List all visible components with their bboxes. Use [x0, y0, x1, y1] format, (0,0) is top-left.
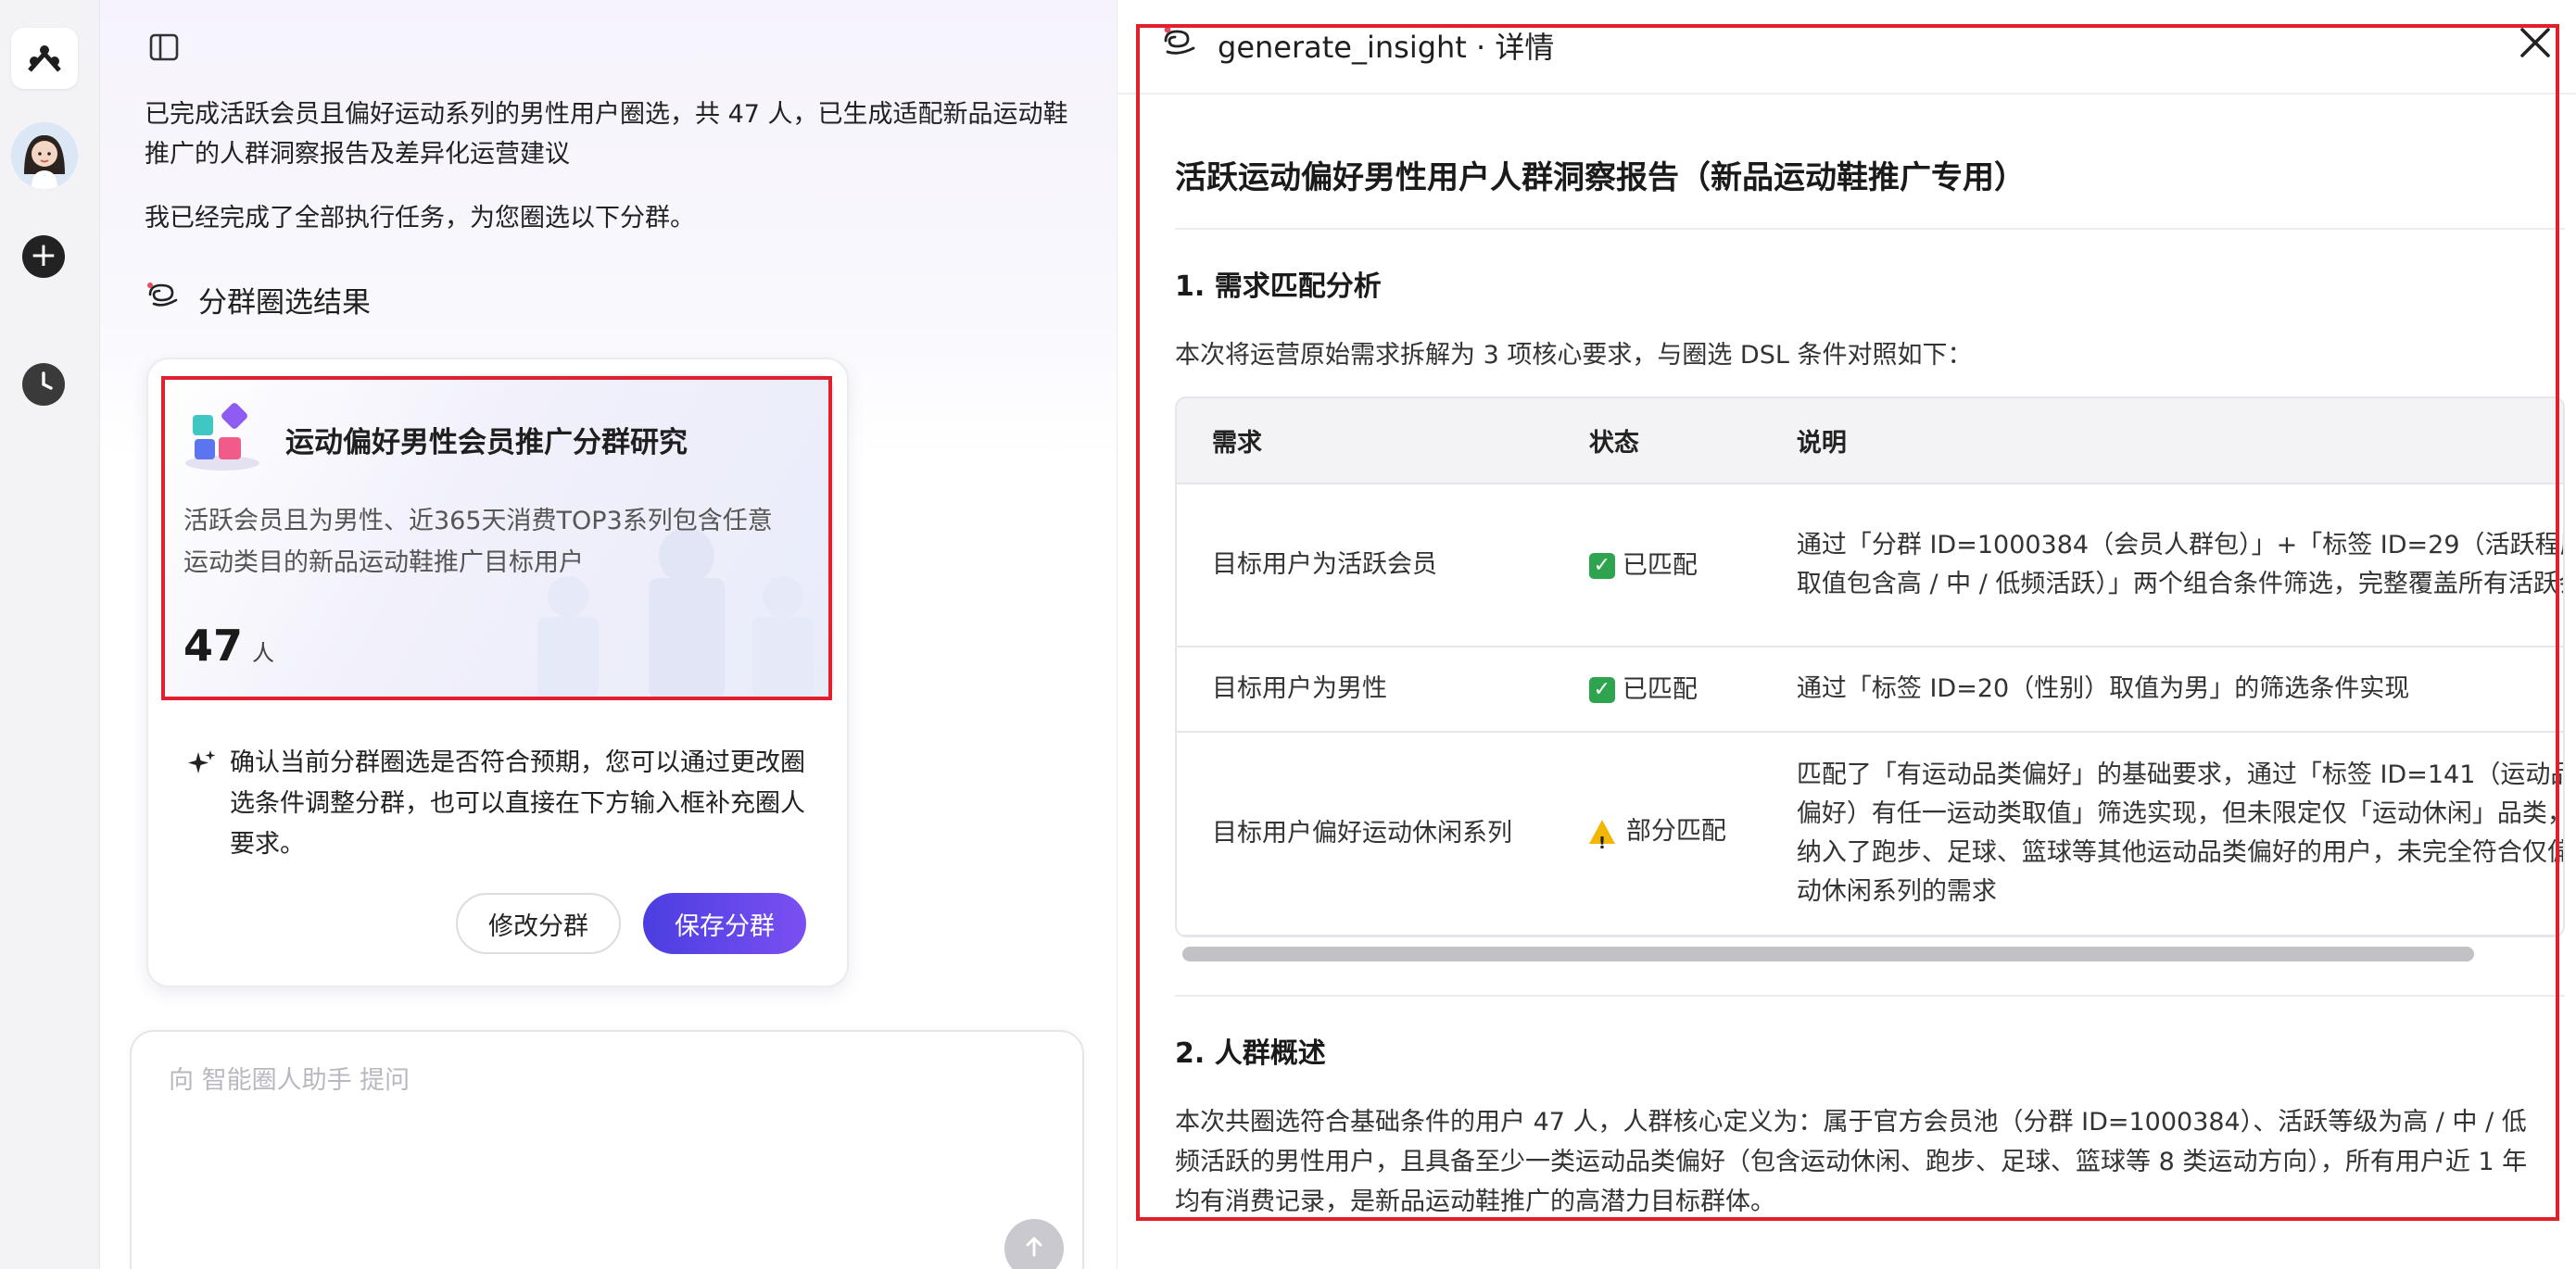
table-row: 目标用户为活跃会员 ✓ 已匹配 通过「分群 ID=1000384（会员人群包）」+… [1177, 484, 2563, 647]
segment-count-unit: 人 [252, 640, 275, 666]
insight-logo-icon [1160, 24, 1203, 61]
section2-title: 2. 人群概述 [1175, 1037, 1326, 1070]
status-badge: 已匹配 [1622, 551, 1698, 580]
segment-count: 47 人 [183, 621, 274, 671]
segment-title: 运动偏好男性会员推广分群研究 [285, 426, 688, 459]
divider [1175, 228, 2565, 230]
status-badge: 部分匹配 [1625, 816, 1726, 846]
requirements-table: 需求 状态 说明 目标用户为活跃会员 ✓ 已匹配 通过「分群 ID=1000384… [1175, 396, 2565, 937]
cell-status: ✓ 已匹配 [1553, 647, 1762, 733]
cell-status: ✓ 已匹配 [1553, 484, 1762, 647]
segment-description: 活跃会员且为男性、近365天消费TOP3系列包含任意运动类目的新品运动鞋推广目标… [183, 507, 773, 577]
segment-cubes-icon [182, 402, 265, 472]
divider [1175, 995, 2565, 997]
table-header-status: 状态 [1553, 398, 1762, 484]
check-icon: ✓ [1588, 553, 1615, 579]
cell-need: 目标用户为男性 [1177, 647, 1554, 733]
segment-card: 运动偏好男性会员推广分群研究 活跃会员且为男性、近365天消费TOP3系列包含任… [146, 358, 849, 987]
app-window: + 已完成活跃会员且偏好运动系列的男性用户圈选，共 47 人，已生成适配新品运动… [0, 0, 2576, 1269]
warning-icon [1588, 819, 1615, 863]
detail-panel: generate_insight · 详情 活跃运动偏好男性用户人群洞察报告（新… [1118, 0, 2576, 1269]
section2-text: 本次共圈选符合基础条件的用户 47 人，人群核心定义为：属于官方会员池（分群 I… [1175, 1108, 2528, 1216]
chat-panel: 已完成活跃会员且偏好运动系列的男性用户圈选，共 47 人，已生成适配新品运动鞋推… [100, 0, 1118, 1269]
plus-icon[interactable]: + [22, 235, 65, 278]
table-header-need: 需求 [1177, 398, 1554, 484]
segment-summary[interactable]: 运动偏好男性会员推广分群研究 活跃会员且为男性、近365天消费TOP3系列包含任… [163, 374, 834, 698]
cell-note: 匹配了「有运动品类偏好」的基础要求，通过「标签 ID=141（运动品类偏好）有任… [1761, 732, 2563, 936]
done-message: 我已经完成了全部执行任务，为您圈选以下分群。 [145, 204, 695, 232]
detail-title: generate_insight · 详情 [1218, 30, 1555, 65]
cell-note: 通过「分群 ID=1000384（会员人群包）」+「标签 ID=29（活跃程度，… [1761, 484, 2563, 647]
table-row: 目标用户偏好运动休闲系列 部分匹配 匹配了「有运动品类偏好」的基础要求，通过「标… [1177, 732, 2563, 936]
check-icon: ✓ [1588, 677, 1615, 703]
clock-icon[interactable] [22, 363, 65, 406]
table-horizontal-scrollbar[interactable] [1182, 947, 2474, 961]
close-icon[interactable] [2515, 22, 2556, 63]
segment-count-number: 47 [183, 621, 244, 671]
confirm-hint-text: 确认当前分群圈选是否符合预期，您可以通过更改圈选条件调整分群，也可以直接在下方输… [230, 748, 805, 859]
section1-title: 1. 需求匹配分析 [1175, 270, 1382, 303]
chat-input[interactable] [169, 1060, 1003, 1115]
chat-input-box [130, 1030, 1084, 1269]
send-button[interactable] [1004, 1219, 1064, 1269]
section-title-text: 分群圈选结果 [198, 285, 371, 320]
status-badge: 已匹配 [1622, 675, 1698, 704]
table-row: 目标用户为男性 ✓ 已匹配 通过「标签 ID=20（性别）取值为男」的筛选条件实现 [1177, 647, 2563, 733]
section-title-segment-result: 分群圈选结果 [145, 276, 371, 322]
confirm-hint: 确认当前分群圈选是否符合预期，您可以通过更改圈选条件调整分群，也可以直接在下方输… [187, 743, 817, 865]
summary-message: 已完成活跃会员且偏好运动系列的男性用户圈选，共 47 人，已生成适配新品运动鞋推… [145, 100, 1068, 169]
save-segment-button[interactable]: 保存分群 [643, 893, 806, 954]
cell-need: 目标用户偏好运动休闲系列 [1177, 732, 1554, 936]
left-rail: + [0, 0, 100, 1269]
cell-status: 部分匹配 [1553, 732, 1762, 936]
sparkle-logo-icon [145, 280, 182, 319]
logo-icon[interactable] [11, 28, 78, 89]
cell-need: 目标用户为活跃会员 [1177, 484, 1554, 647]
cell-note: 通过「标签 ID=20（性别）取值为男」的筛选条件实现 [1761, 647, 2563, 733]
insight-report: 活跃运动偏好男性用户人群洞察报告（新品运动鞋推广专用） 1. 需求匹配分析 本次… [1175, 94, 2565, 1269]
detail-header: generate_insight · 详情 [1118, 0, 2576, 94]
sidebar-toggle-icon[interactable] [148, 31, 180, 63]
avatar-icon[interactable] [11, 122, 78, 189]
sparkle-icon [187, 748, 217, 865]
edit-segment-button[interactable]: 修改分群 [456, 893, 621, 954]
arrow-up-icon [1022, 1235, 1046, 1263]
table-header-note: 说明 [1761, 398, 2563, 484]
section1-intro: 本次将运营原始需求拆解为 3 项核心要求，与圈选 DSL 条件对照如下： [1175, 341, 1973, 370]
report-title: 活跃运动偏好男性用户人群洞察报告（新品运动鞋推广专用） [1175, 159, 2026, 196]
